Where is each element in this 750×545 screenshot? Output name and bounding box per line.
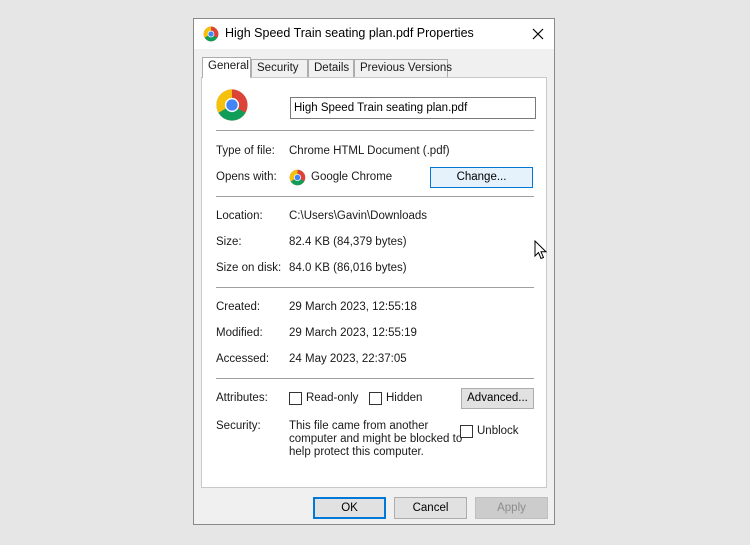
chrome-icon bbox=[216, 89, 248, 121]
accessed-value: 24 May 2023, 22:37:05 bbox=[289, 353, 407, 365]
chrome-icon bbox=[289, 169, 306, 186]
created-label: Created: bbox=[216, 301, 261, 313]
hidden-checkbox[interactable] bbox=[369, 392, 382, 405]
separator bbox=[216, 130, 534, 131]
tab-details[interactable]: Details bbox=[308, 59, 354, 77]
size-on-disk-value: 84.0 KB (86,016 bytes) bbox=[289, 262, 407, 274]
location-label: Location: bbox=[216, 210, 263, 222]
hidden-label: Hidden bbox=[386, 392, 423, 404]
apply-button[interactable]: Apply bbox=[475, 497, 548, 519]
separator bbox=[216, 287, 534, 288]
readonly-checkbox[interactable] bbox=[289, 392, 302, 405]
mouse-pointer-icon bbox=[534, 240, 548, 260]
advanced-button[interactable]: Advanced... bbox=[461, 388, 534, 409]
type-of-file-label: Type of file: bbox=[216, 145, 275, 157]
type-of-file-value: Chrome HTML Document (.pdf) bbox=[289, 145, 450, 157]
cancel-button[interactable]: Cancel bbox=[394, 497, 467, 519]
modified-value: 29 March 2023, 12:55:19 bbox=[289, 327, 417, 339]
size-label: Size: bbox=[216, 236, 242, 248]
general-panel: Type of file: Chrome HTML Document (.pdf… bbox=[201, 77, 548, 488]
file-name-field[interactable] bbox=[290, 97, 536, 119]
close-icon bbox=[532, 28, 544, 40]
accessed-label: Accessed: bbox=[216, 353, 270, 365]
security-message-line: help protect this computer. bbox=[289, 446, 424, 458]
separator bbox=[216, 378, 534, 379]
modified-label: Modified: bbox=[216, 327, 263, 339]
opens-with-value: Google Chrome bbox=[311, 171, 393, 183]
attributes-label: Attributes: bbox=[216, 392, 268, 404]
created-value: 29 March 2023, 12:55:18 bbox=[289, 301, 417, 313]
chrome-icon bbox=[203, 26, 219, 42]
close-button[interactable] bbox=[522, 19, 554, 49]
unblock-label: Unblock bbox=[477, 425, 519, 437]
change-button[interactable]: Change... bbox=[430, 167, 533, 188]
size-value: 82.4 KB (84,379 bytes) bbox=[289, 236, 407, 248]
tab-previous-versions[interactable]: Previous Versions bbox=[354, 59, 452, 77]
separator bbox=[216, 196, 534, 197]
size-on-disk-label: Size on disk: bbox=[216, 262, 282, 274]
title-bar: High Speed Train seating plan.pdf Proper… bbox=[194, 19, 554, 49]
security-message-line: This file came from another bbox=[289, 420, 429, 432]
ok-button[interactable]: OK bbox=[313, 497, 386, 519]
readonly-label: Read-only bbox=[306, 392, 359, 404]
tab-general[interactable]: General bbox=[202, 57, 251, 78]
tab-security[interactable]: Security bbox=[251, 59, 308, 77]
opens-with-label: Opens with: bbox=[216, 171, 277, 183]
location-value: C:\Users\Gavin\Downloads bbox=[289, 210, 428, 222]
security-label: Security: bbox=[216, 420, 261, 432]
properties-dialog: High Speed Train seating plan.pdf Proper… bbox=[193, 18, 555, 525]
security-message-line: computer and might be blocked to bbox=[289, 433, 463, 445]
unblock-checkbox[interactable] bbox=[460, 425, 473, 438]
window-title: High Speed Train seating plan.pdf Proper… bbox=[225, 26, 474, 40]
